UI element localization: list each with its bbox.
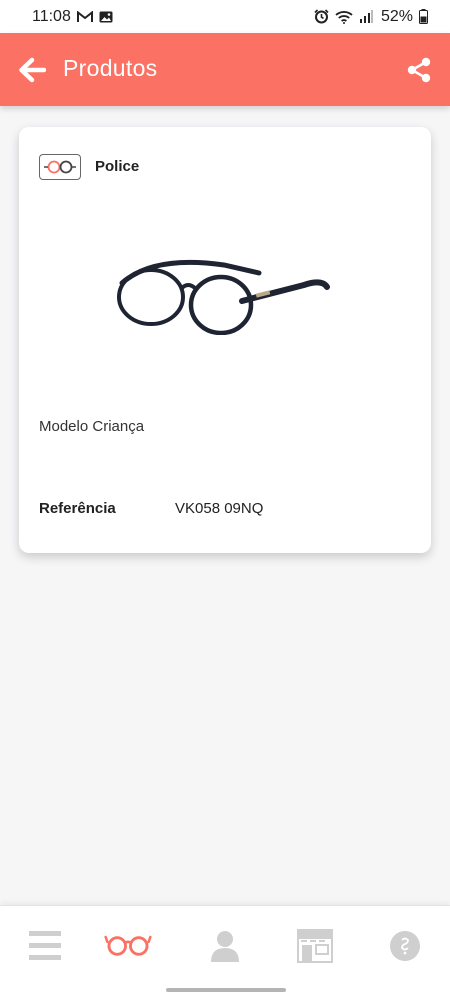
arrow-left-icon[interactable] [18, 57, 46, 83]
app-bar: Produtos [0, 33, 450, 106]
nav-glasses[interactable] [104, 926, 152, 966]
glasses-icon [104, 935, 152, 956]
info-icon [390, 931, 420, 961]
page-title: Produtos [63, 55, 158, 81]
reference-label: Referência [39, 500, 116, 517]
signal-icon [359, 10, 373, 23]
status-time: 11:08 [32, 7, 71, 25]
model-text: Modelo Criança [39, 418, 145, 435]
battery-icon [419, 9, 428, 24]
brand-logo [39, 154, 81, 180]
share-icon[interactable] [406, 57, 432, 83]
home-indicator[interactable] [166, 988, 286, 992]
reference-value: VK058 09NQ [175, 500, 264, 517]
nav-info[interactable] [381, 926, 429, 966]
battery-percent: 52% [380, 7, 413, 25]
store-icon [297, 929, 333, 963]
menu-icon [29, 931, 61, 960]
product-card[interactable]: Police Modelo Criança Referência VK058 0… [19, 127, 431, 553]
profile-icon [211, 931, 239, 962]
status-left: 11:08 [32, 8, 113, 26]
alarm-icon [314, 9, 329, 24]
nav-profile[interactable] [201, 926, 249, 966]
image-icon [99, 11, 113, 22]
status-right: 52% [314, 8, 428, 26]
gmail-icon [76, 10, 93, 22]
glasses-product-image [117, 259, 330, 335]
nav-menu[interactable] [21, 926, 69, 966]
bottom-nav [0, 905, 450, 1000]
nav-store[interactable] [291, 926, 339, 966]
brand-name: Police [95, 158, 140, 175]
wifi-icon [335, 10, 353, 24]
screen: 11:08 52% Produtos Police Modelo Criança… [0, 0, 450, 1000]
status-bar: 11:08 52% [0, 0, 450, 33]
